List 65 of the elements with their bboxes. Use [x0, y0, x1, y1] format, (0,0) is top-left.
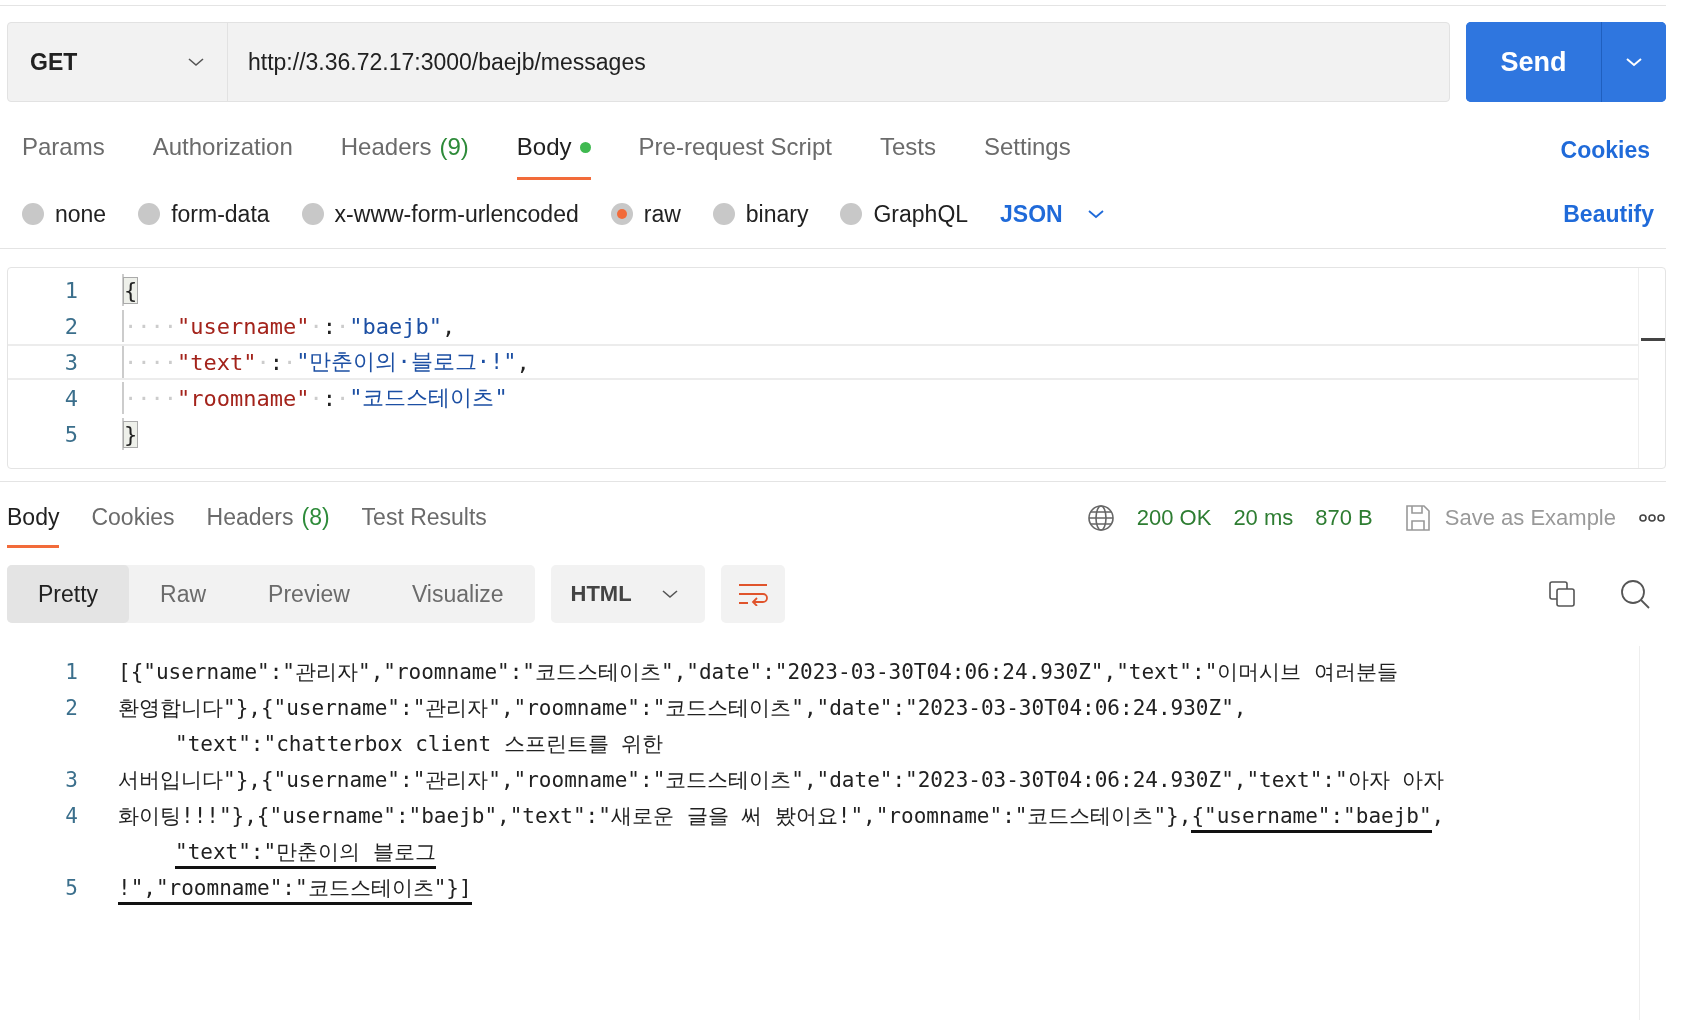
- request-tab[interactable]: Settings: [983, 133, 1071, 180]
- response-tab[interactable]: Test Results: [361, 504, 487, 548]
- cookies-link[interactable]: Cookies: [1560, 137, 1650, 180]
- response-text: "text":"만춘이의 블로그: [175, 840, 436, 869]
- save-as-example-button[interactable]: Save as Example: [1404, 504, 1616, 532]
- search-icon[interactable]: [1620, 579, 1650, 609]
- line-number: 2: [64, 696, 79, 720]
- line-number: 2: [63, 313, 79, 339]
- response-text: 서버입니다"},{"username":"관리자","roomname":"코드스테이츠","date":"2023-03-30T04:06:24.930Z","text":"아자 아자: [118, 768, 1445, 792]
- body-type-radio[interactable]: raw: [610, 200, 681, 228]
- code-line: {: [122, 274, 138, 306]
- chevron-down-icon: [1086, 209, 1105, 219]
- body-type-radio[interactable]: none: [22, 200, 107, 228]
- wrap-lines-button[interactable]: [720, 565, 785, 623]
- view-mode-tab[interactable]: Pretty: [7, 565, 130, 623]
- request-tab[interactable]: Pre-request Script: [638, 133, 832, 180]
- body-type-radio[interactable]: x-www-form-urlencoded: [301, 200, 579, 228]
- response-text: {"username":"baejb": [1191, 804, 1432, 833]
- code-line: ····"text"·:·"만춘이의·블로그·!",: [122, 346, 530, 378]
- line-number: 5: [63, 421, 79, 447]
- body-type-radio[interactable]: form-data: [138, 200, 270, 228]
- body-type-radio[interactable]: GraphQL: [840, 200, 969, 228]
- line-number: 3: [64, 768, 79, 792]
- more-options-icon[interactable]: [1638, 513, 1666, 523]
- response-size: 870 B: [1315, 505, 1373, 531]
- status-code: 200 OK: [1136, 505, 1212, 531]
- chevron-down-icon: [660, 589, 679, 599]
- request-tab[interactable]: Authorization: [152, 133, 293, 180]
- request-tab[interactable]: Headers (9): [340, 133, 469, 180]
- response-tab[interactable]: Cookies: [91, 504, 175, 548]
- line-number: 1: [64, 660, 79, 684]
- code-line: ····"username"·:·"baejb",: [122, 310, 456, 342]
- response-text: [{"username":"관리자","roomname":"코드스테이츠","date":"2023-03-30T04:06:24.930Z","text":"이머시브 여러분들: [118, 660, 1398, 684]
- format-dropdown[interactable]: JSON: [1000, 200, 1105, 228]
- scrollbar[interactable]: [1638, 268, 1665, 468]
- response-text: "text":"chatterbox client 스프린트를 위한: [175, 732, 664, 756]
- response-text: 화이팅!!!"},{"username":"baejb","text":"새로운 글을 써 봤어요!","roomname":"코드스테이츠"},: [118, 804, 1192, 828]
- line-number: 4: [63, 385, 79, 411]
- line-number: 5: [64, 876, 79, 900]
- send-button[interactable]: Send: [1466, 22, 1602, 102]
- code-line: }: [122, 418, 138, 450]
- line-number: 3: [63, 349, 79, 375]
- response-tab[interactable]: Body: [7, 504, 60, 548]
- wrap-lines-icon: [737, 582, 768, 606]
- view-mode-tab[interactable]: Visualize: [380, 565, 535, 623]
- request-tab[interactable]: Tests: [879, 133, 936, 180]
- request-tab[interactable]: Params: [22, 133, 105, 180]
- beautify-link[interactable]: Beautify: [1563, 200, 1654, 228]
- view-mode-tab[interactable]: Preview: [237, 565, 381, 623]
- response-text: ,: [1431, 804, 1445, 828]
- response-text: 환영합니다"},{"username":"관리자","roomname":"코드스테이츠","date":"2023-03-30T04:06:24.930Z",: [118, 696, 1247, 720]
- globe-icon[interactable]: [1086, 504, 1115, 532]
- code-editor[interactable]: 1 { 2 ····"username"·:·"baejb", 3 ····"text"·:·"만춘이의·블로그·!", 4 ····"roomname"·:·"코드스테이츠" 5 }: [7, 267, 1666, 469]
- response-tab[interactable]: Headers (8): [206, 504, 330, 548]
- line-number: 1: [63, 277, 79, 303]
- code-line: ····"roomname"·:·"코드스테이츠": [122, 382, 508, 414]
- response-time: 20 ms: [1233, 505, 1294, 531]
- body-type-radio[interactable]: binary: [712, 200, 809, 228]
- view-mode-tab[interactable]: Raw: [129, 565, 238, 623]
- response-text: !","roomname":"코드스테이츠"}]: [118, 876, 472, 905]
- request-tab[interactable]: Body: [516, 133, 591, 180]
- line-number: 4: [64, 804, 79, 828]
- copy-icon[interactable]: [1548, 580, 1576, 608]
- language-dropdown[interactable]: HTML: [550, 565, 705, 623]
- chevron-down-icon: [1625, 57, 1643, 67]
